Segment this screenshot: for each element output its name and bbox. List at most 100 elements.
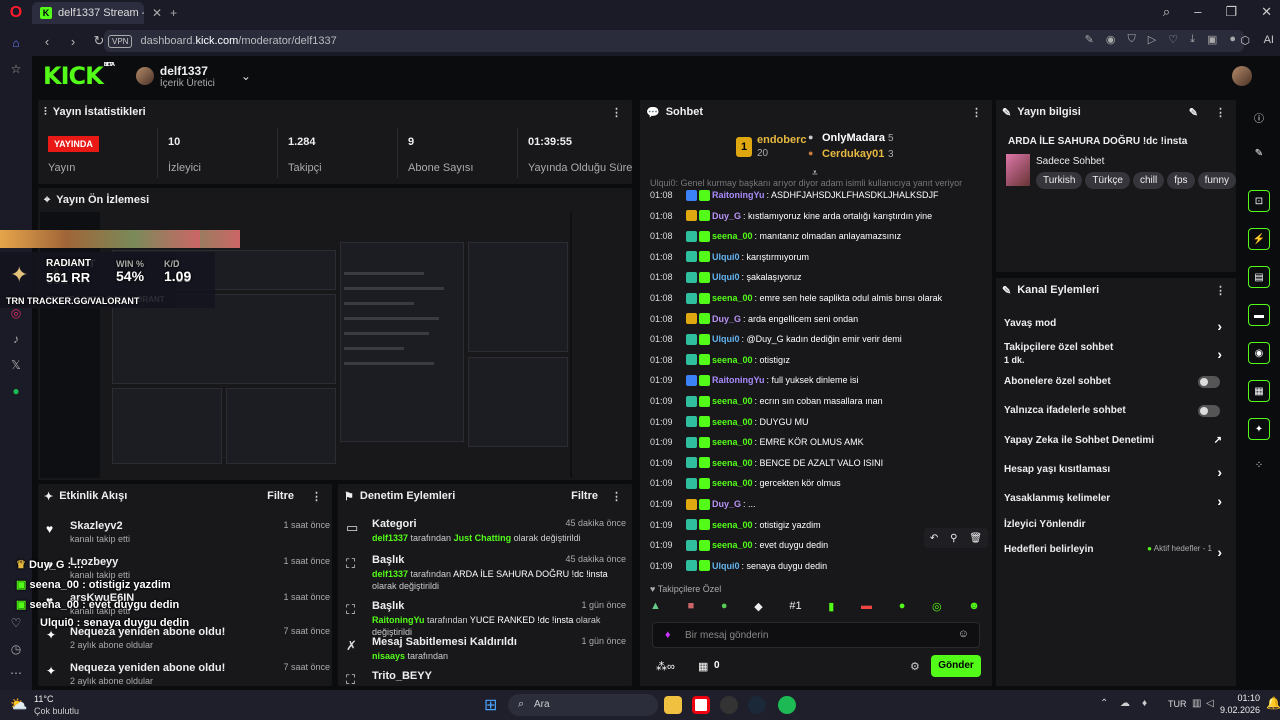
weather-icon[interactable]: ⛅ xyxy=(10,696,27,713)
chat-username[interactable]: seena_00 xyxy=(712,293,753,303)
ai-button[interactable]: AI xyxy=(1264,34,1274,46)
mod-filter-button[interactable]: Filtre xyxy=(571,490,598,502)
chat-message[interactable]: 01:08 RaitoningYu: ASDHFJAHSDJKLFHASDKLJH… xyxy=(650,187,939,203)
chat-username[interactable]: seena_00 xyxy=(712,458,753,468)
emote-icon[interactable]: ● xyxy=(721,600,728,616)
chat-message[interactable]: 01:08 Ulqui0: şakalaşıyoruz xyxy=(650,269,802,285)
emote-icon[interactable]: ▮ xyxy=(828,600,834,616)
tools-icon[interactable]: ✦ xyxy=(1248,418,1270,440)
chat-message[interactable]: 01:08 Ulqui0: karıştırmıyorum xyxy=(650,249,809,265)
forward-icon[interactable]: › xyxy=(62,34,84,49)
notes-icon[interactable]: ▤ xyxy=(1248,266,1270,288)
new-tab-icon[interactable]: + xyxy=(170,6,177,20)
profile-icon[interactable]: ● xyxy=(1229,33,1236,46)
chat-username[interactable]: seena_00 xyxy=(712,520,753,530)
lock-icon[interactable]: ▣ xyxy=(1207,33,1217,46)
chat-message[interactable]: 01:08 seena_00: manıtanız olmadan anlayam… xyxy=(650,228,901,244)
emote-icon[interactable]: ☻ xyxy=(968,600,980,616)
tray-chevron-icon[interactable]: ⌃ xyxy=(1100,698,1108,709)
raid-item[interactable]: İzleyici Yönlendir xyxy=(1004,519,1228,530)
emote-icon[interactable]: ◎ xyxy=(932,600,942,616)
emote-icon[interactable]: ▬ xyxy=(861,600,872,616)
chat-username[interactable]: RaitoningYu xyxy=(712,190,765,200)
extensions-icon[interactable]: ⬡ xyxy=(1240,34,1250,47)
chat-username[interactable]: Ulqui0 xyxy=(712,272,740,282)
followers-only-item[interactable]: Takipçilere özel sohbet 1 dk. › xyxy=(1004,342,1228,365)
chat-message[interactable]: 01:09 Duy_G: ... xyxy=(650,496,756,512)
chat-username[interactable]: Duy_G xyxy=(712,314,741,324)
close-window-icon[interactable]: ✕ xyxy=(1261,4,1272,20)
leader-name[interactable]: OnlyMadara xyxy=(822,132,885,144)
users-icon[interactable]: ▦ xyxy=(1248,380,1270,402)
chat-message[interactable]: 01:09 Ulqui0: senaya duygu dedin xyxy=(650,558,827,574)
user-avatar[interactable] xyxy=(1232,66,1252,86)
chat-message[interactable]: 01:09 seena_00: EMRE KÖR OLMUS AMK xyxy=(650,434,864,450)
goals-item[interactable]: Hedefleri belirleyin ● Aktif hedefler - 1… xyxy=(1004,544,1228,560)
info-icon[interactable]: ⓘ xyxy=(1248,106,1270,128)
emote-only-toggle[interactable] xyxy=(1198,405,1220,417)
chat-username[interactable]: seena_00 xyxy=(712,437,753,447)
instagram-icon[interactable]: ◎ xyxy=(7,306,25,324)
emote-icon[interactable]: ■ xyxy=(688,600,695,616)
mic-tray-icon[interactable]: ♦ xyxy=(1142,698,1147,709)
chat-bubble-icon[interactable]: ▬ xyxy=(1248,304,1270,326)
actions-menu-icon[interactable]: ⋮ xyxy=(1215,284,1226,297)
gift-icon[interactable]: ▦ xyxy=(698,660,708,673)
subs-only-toggle[interactable] xyxy=(1198,376,1220,388)
minimize-icon[interactable]: – xyxy=(1194,4,1201,20)
delete-icon[interactable]: 🗑 xyxy=(969,533,982,544)
activity-menu-icon[interactable]: ⋮ xyxy=(311,490,322,503)
more-icon[interactable]: ⋯ xyxy=(7,666,25,684)
settings-gear-icon[interactable]: ⚙ xyxy=(910,660,920,673)
chat-username[interactable]: Duy_G xyxy=(712,211,741,221)
url-field[interactable]: VPN dashboard.kick.com/moderator/delf133… xyxy=(104,30,1244,52)
spotify-icon[interactable]: ● xyxy=(7,384,25,402)
chat-username[interactable]: RaitoningYu xyxy=(712,375,765,385)
search-tabs-icon[interactable]: ⌕ xyxy=(1163,4,1170,20)
stream-preview-video[interactable]: ✦ RADIANT 561 RR WIN % 54% K/D 1.09 TRN … xyxy=(40,212,572,478)
star-icon[interactable]: ☆ xyxy=(7,62,25,80)
emote-icon[interactable]: ● xyxy=(899,600,906,616)
spotify-icon[interactable] xyxy=(778,696,796,714)
chat-message[interactable]: 01:09 seena_00: DUYGU MU xyxy=(650,414,809,430)
chat-username[interactable]: Ulqui0 xyxy=(712,561,740,571)
chat-username[interactable]: seena_00 xyxy=(712,478,753,488)
mic-icon[interactable]: ♦ xyxy=(665,629,671,641)
download-icon[interactable]: ⤓ xyxy=(1190,33,1195,46)
notification-icon[interactable]: 🔔 xyxy=(1266,696,1280,710)
history-icon[interactable]: ◷ xyxy=(7,642,25,660)
leader-name[interactable]: endoberc xyxy=(757,134,807,146)
chevron-down-icon[interactable]: ⌄ xyxy=(241,69,251,83)
tag[interactable]: chill xyxy=(1132,172,1165,189)
cloud-icon[interactable]: ☁ xyxy=(1120,698,1130,709)
windows-start-icon[interactable]: ⊞ xyxy=(484,695,497,715)
language-indicator[interactable]: TUR xyxy=(1168,699,1187,709)
tag[interactable]: fps xyxy=(1167,172,1195,189)
edit-info-icon[interactable]: ✎ xyxy=(1189,106,1198,119)
vpn-badge[interactable]: VPN xyxy=(108,34,133,48)
banned-words-item[interactable]: Yasaklanmış kelimeler › xyxy=(1004,493,1228,509)
chat-username[interactable]: seena_00 xyxy=(712,231,753,241)
leader-name[interactable]: Cerdukay01 xyxy=(822,148,884,160)
stats-menu-icon[interactable]: ⋮ xyxy=(611,106,622,119)
ai-moderation-item[interactable]: Yapay Zeka ile Sohbet Denetimi ↗ xyxy=(1004,435,1228,446)
x-icon[interactable]: 𝕏 xyxy=(7,358,25,376)
back-icon[interactable]: ‹ xyxy=(36,34,58,49)
browser-tab[interactable]: K delf1337 Stream - Kick xyxy=(32,2,144,24)
emoji-icon[interactable]: ☺ xyxy=(958,628,969,640)
chat-message[interactable]: 01:09 seena_00: otistigiz yazdim xyxy=(650,517,821,533)
kick-logo[interactable]: KICKBETA xyxy=(43,62,115,90)
chat-input[interactable]: ♦ Bir mesaj gönderin ☺ xyxy=(652,622,980,648)
chat-message[interactable]: 01:09 seena_00: evet duygu dedin xyxy=(650,537,828,553)
infinity-points-icon[interactable]: ⁂∞ xyxy=(656,660,675,673)
chat-username[interactable]: Ulqui0 xyxy=(712,252,740,262)
clock-time[interactable]: 01:10 xyxy=(1220,693,1260,703)
tag[interactable]: funny xyxy=(1197,172,1237,189)
lightning-icon[interactable]: ⚡ xyxy=(1248,228,1270,250)
apps-icon[interactable]: ⁘ xyxy=(1248,454,1270,476)
account-age-item[interactable]: Hesap yaşı kısıtlaması › xyxy=(1004,464,1228,480)
camera-icon[interactable]: ◉ xyxy=(1106,33,1116,46)
target-icon[interactable]: ⊡ xyxy=(1248,190,1270,212)
chat-message[interactable]: 01:08 seena_00: emre sen hele saplikta od… xyxy=(650,290,942,306)
opera-logo-icon[interactable]: O xyxy=(0,0,32,26)
